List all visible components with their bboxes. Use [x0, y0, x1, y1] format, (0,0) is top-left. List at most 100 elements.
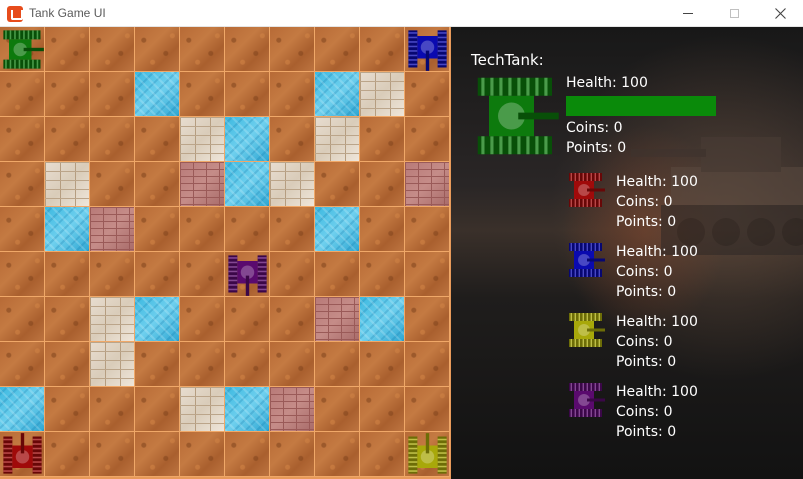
- ground-tile: [135, 252, 180, 297]
- ground-tile: [0, 27, 45, 72]
- ground-tile: [405, 207, 450, 252]
- opponent-yellow-tank-icon: [566, 310, 606, 350]
- ground-tile: [315, 432, 360, 477]
- ground-tile: [225, 297, 270, 342]
- water-tile: [315, 72, 360, 117]
- ground-tile: [225, 72, 270, 117]
- ground-tile: [0, 342, 45, 387]
- ground-tile: [270, 207, 315, 252]
- ground-tile: [0, 117, 45, 162]
- water-tile: [315, 207, 360, 252]
- maximize-button[interactable]: [711, 0, 757, 27]
- ground-tile: [225, 27, 270, 72]
- player-health-bar-fill: [566, 96, 716, 116]
- ground-tile: [270, 72, 315, 117]
- ground-tile: [180, 27, 225, 72]
- ground-tile: [405, 252, 450, 297]
- ground-tile: [270, 432, 315, 477]
- ground-tile: [315, 252, 360, 297]
- ground-tile: [0, 72, 45, 117]
- maximize-icon: [729, 9, 739, 18]
- water-tile: [135, 72, 180, 117]
- water-tile: [360, 297, 405, 342]
- ground-tile: [90, 162, 135, 207]
- opponent-yellow-points-label: Points: 0: [616, 354, 677, 370]
- water-tile: [225, 117, 270, 162]
- ground-tile: [135, 432, 180, 477]
- ground-tile: [270, 27, 315, 72]
- red-tank-icon: [0, 432, 45, 477]
- stone-tile: [360, 72, 405, 117]
- ground-tile: [405, 387, 450, 432]
- purple-tank-icon: [225, 252, 270, 297]
- ground-tile: [315, 387, 360, 432]
- opponent-red-coins-label: Coins: 0: [616, 194, 673, 210]
- ground-tile: [135, 117, 180, 162]
- ground-tile: [225, 432, 270, 477]
- stone-tile: [315, 117, 360, 162]
- ground-tile: [270, 342, 315, 387]
- ground-tile: [360, 252, 405, 297]
- ground-tile: [0, 207, 45, 252]
- water-tile: [225, 387, 270, 432]
- water-tile: [225, 162, 270, 207]
- stone-tile: [90, 297, 135, 342]
- ground-tile: [315, 27, 360, 72]
- player-health-label: Health: 100: [566, 75, 648, 91]
- brick-tile: [315, 297, 360, 342]
- opponent-red-tank-icon: [566, 170, 606, 210]
- opponent-blue-points-label: Points: 0: [616, 284, 677, 300]
- brick-tile: [270, 387, 315, 432]
- opponent-red-points-label: Points: 0: [616, 214, 677, 230]
- game-board[interactable]: [0, 27, 451, 479]
- player-points-label: Points: 0: [566, 140, 627, 156]
- ground-tile: [90, 72, 135, 117]
- ground-tile: [270, 117, 315, 162]
- ground-tile: [360, 162, 405, 207]
- close-icon: [774, 8, 786, 19]
- close-button[interactable]: [757, 0, 803, 27]
- water-tile: [135, 297, 180, 342]
- brick-tile: [90, 207, 135, 252]
- minimize-button[interactable]: [665, 0, 711, 27]
- ground-tile: [405, 342, 450, 387]
- stone-tile: [180, 387, 225, 432]
- ground-tile: [360, 207, 405, 252]
- player-health-bar: [566, 96, 716, 116]
- stone-tile: [270, 162, 315, 207]
- ground-tile: [180, 297, 225, 342]
- opponent-blue-coins-label: Coins: 0: [616, 264, 673, 280]
- ground-tile: [180, 432, 225, 477]
- ground-tile: [270, 252, 315, 297]
- ground-tile: [45, 72, 90, 117]
- opponent-blue-tank-icon: [566, 240, 606, 280]
- ground-tile: [405, 117, 450, 162]
- opponent-purple-coins-label: Coins: 0: [616, 404, 673, 420]
- ground-tile: [90, 387, 135, 432]
- ground-tile: [135, 207, 180, 252]
- ground-tile: [45, 252, 90, 297]
- ground-tile: [405, 432, 450, 477]
- ground-tile: [270, 297, 315, 342]
- opponent-yellow-coins-label: Coins: 0: [616, 334, 673, 350]
- ground-tile: [135, 27, 180, 72]
- opponent-purple-health-label: Health: 100: [616, 384, 698, 400]
- ground-tile: [135, 162, 180, 207]
- ground-tile: [0, 432, 45, 477]
- ground-tile: [225, 207, 270, 252]
- minimize-icon: [683, 13, 693, 14]
- ground-tile: [225, 342, 270, 387]
- ground-tile: [90, 117, 135, 162]
- ground-tile: [90, 432, 135, 477]
- ground-tile: [45, 342, 90, 387]
- player-name: TechTank:: [471, 51, 544, 69]
- window-title: Tank Game UI: [29, 6, 106, 20]
- opponent-yellow-health-label: Health: 100: [616, 314, 698, 330]
- brick-tile: [405, 162, 450, 207]
- ground-tile: [405, 72, 450, 117]
- ground-tile: [360, 432, 405, 477]
- opponent-blue-health-label: Health: 100: [616, 244, 698, 260]
- opponent-purple-points-label: Points: 0: [616, 424, 677, 440]
- ground-tile: [0, 162, 45, 207]
- stats-panel: TechTank: Health: 100 Coins: 0 Points: 0…: [451, 27, 803, 479]
